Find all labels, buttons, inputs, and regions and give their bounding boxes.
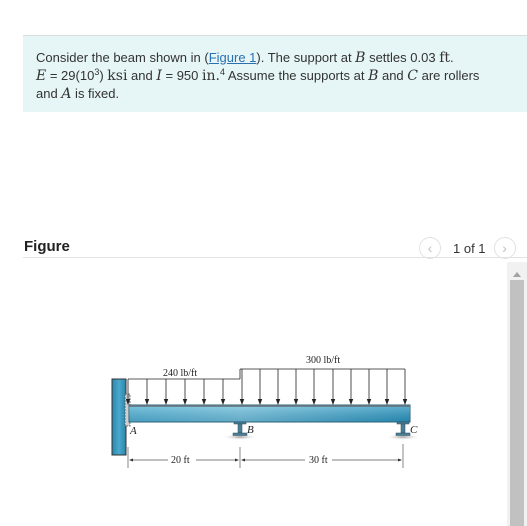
chevron-left-icon: ‹ [427, 240, 433, 256]
var-c: C [407, 68, 418, 84]
load-arrowhead [330, 399, 336, 405]
text: and [378, 68, 408, 83]
text: = 950 [161, 68, 203, 83]
beam-diagram: 240 lb/ft 300 lb/ft B C A 20 ft 30 ft [111, 355, 421, 468]
load-arrowhead [293, 399, 299, 405]
load-arrowhead [257, 399, 263, 405]
load-label-left: 240 lb/ft [163, 368, 197, 379]
text: and [127, 68, 157, 83]
dim-label-left: 20 ft [171, 455, 190, 466]
problem-text: Consider the beam shown in (Figure 1). T… [36, 49, 514, 103]
text: . [450, 50, 454, 65]
unit-ksi: ksi [107, 68, 128, 84]
text: settles 0.03 [365, 50, 440, 65]
text: Assume the supports at [224, 68, 369, 83]
label-b: B [247, 424, 254, 436]
label-c: C [410, 424, 418, 436]
text: is fixed. [71, 86, 120, 101]
text: and [36, 86, 62, 101]
var-e: E [36, 68, 47, 84]
load-arrowhead [275, 399, 281, 405]
load-arrowhead [201, 399, 207, 405]
load-arrowhead [348, 399, 354, 405]
scroll-up-arrow-icon[interactable] [507, 267, 527, 277]
scroll-thumb[interactable] [510, 280, 524, 526]
dim-label-right: 30 ft [309, 455, 328, 466]
load-arrowhead [163, 399, 169, 405]
fixed-wall [111, 378, 127, 456]
prev-figure-button[interactable]: ‹ [419, 237, 441, 259]
load-label-right: 300 lb/ft [306, 355, 340, 366]
support-c [395, 421, 411, 436]
load-arrows-right [239, 369, 408, 405]
figure-link[interactable]: Figure 1 [209, 50, 257, 65]
figure-page-count: 1 of 1 [453, 240, 486, 256]
load-arrows-left [125, 379, 226, 405]
support-b [232, 421, 248, 436]
beam-shading [129, 405, 410, 422]
text: = 29(10 [46, 68, 95, 83]
load-arrowhead [366, 399, 372, 405]
load-arrowhead [402, 399, 408, 405]
figure-title: Figure [24, 238, 70, 255]
var-b: B [368, 68, 379, 84]
chevron-right-icon: › [502, 240, 507, 256]
var-a: A [61, 86, 72, 102]
unit-ft: ft [439, 50, 450, 66]
figure-scrollbar[interactable] [507, 262, 527, 526]
text: ). The support at [256, 50, 356, 65]
figure-panel: 240 lb/ft 300 lb/ft B C A 20 ft 30 ft [0, 262, 507, 526]
text: are rollers [418, 68, 480, 83]
load-arrowhead [239, 399, 245, 405]
load-arrowhead [220, 399, 226, 405]
next-figure-button[interactable]: › [493, 237, 516, 259]
var-b: B [355, 50, 366, 66]
load-arrowhead [144, 399, 150, 405]
problem-statement: Consider the beam shown in (Figure 1). T… [23, 35, 527, 112]
text: Consider the beam shown in ( [36, 50, 209, 65]
load-arrowhead [384, 399, 390, 405]
divider [23, 257, 527, 258]
load-arrowhead [182, 399, 188, 405]
label-a: A [129, 425, 137, 437]
load-arrowhead [311, 399, 317, 405]
unit-in: in. [202, 68, 220, 84]
